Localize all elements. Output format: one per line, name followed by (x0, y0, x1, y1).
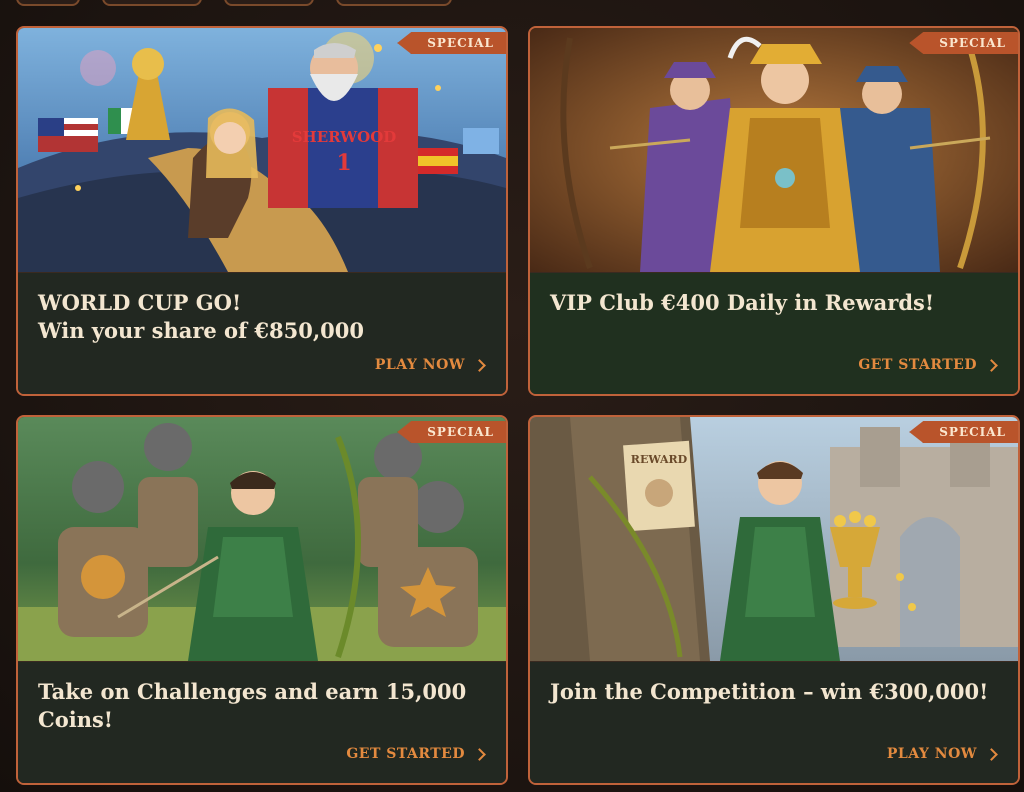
promo-card-world-cup[interactable]: SHERWOOD 1 SPECIAL WORLD CUP GO! Win you… (16, 26, 508, 396)
promo-card-body: Join the Competition – win €300,000! PLA… (530, 661, 1018, 783)
chevron-right-icon (473, 359, 486, 372)
promotions-page: SHERWOOD 1 SPECIAL WORLD CUP GO! Win you… (0, 0, 1024, 792)
poster-text: REWARD (631, 453, 688, 466)
promo-title: WORLD CUP GO! Win your share of €850,000 (38, 289, 486, 345)
promo-image-world-cup: SHERWOOD 1 SPECIAL (18, 28, 506, 272)
jersey-number: 1 (336, 150, 351, 176)
promo-title-line2: Coins! (38, 707, 114, 732)
promo-title: VIP Club €400 Daily in Rewards! (550, 289, 998, 317)
promo-image-vip-club: SPECIAL (530, 28, 1018, 272)
cta-label: PLAY NOW (886, 746, 977, 762)
top-tab[interactable] (336, 0, 452, 6)
promo-image-competition: REWARD SPECIAL (530, 417, 1018, 661)
special-badge: SPECIAL (909, 32, 1018, 54)
special-badge: SPECIAL (397, 421, 506, 443)
get-started-button[interactable]: GET STARTED (346, 746, 486, 762)
promo-card-competition[interactable]: REWARD SPECIAL Join the Competition – wi… (528, 415, 1020, 785)
promo-title: Join the Competition – win €300,000! (550, 678, 998, 706)
promo-title-line1: VIP Club €400 Daily in Rewards! (550, 290, 935, 315)
promo-title-line1: Take on Challenges and earn 15,000 (38, 679, 467, 704)
chevron-right-icon (985, 748, 998, 761)
promo-title: Take on Challenges and earn 15,000 Coins… (38, 678, 486, 734)
top-tab[interactable] (16, 0, 80, 6)
chevron-right-icon (985, 359, 998, 372)
special-badge: SPECIAL (909, 421, 1018, 443)
cta-label: GET STARTED (858, 357, 977, 373)
cta-label: GET STARTED (346, 746, 465, 762)
promo-card-body: Take on Challenges and earn 15,000 Coins… (18, 661, 506, 783)
promo-card-vip-club[interactable]: SPECIAL VIP Club €400 Daily in Rewards! … (528, 26, 1020, 396)
cta-label: PLAY NOW (374, 357, 465, 373)
promo-title-line1: Join the Competition – win €300,000! (550, 679, 989, 704)
play-now-button[interactable]: PLAY NOW (374, 357, 486, 373)
get-started-button[interactable]: GET STARTED (858, 357, 998, 373)
promo-title-line1: WORLD CUP GO! (38, 290, 242, 315)
top-tab[interactable] (102, 0, 202, 6)
promo-image-challenges: SPECIAL (18, 417, 506, 661)
promo-card-body: WORLD CUP GO! Win your share of €850,000… (18, 272, 506, 394)
play-now-button[interactable]: PLAY NOW (886, 746, 998, 762)
chevron-right-icon (473, 748, 486, 761)
top-tab-bar (16, 0, 452, 6)
promo-card-body: VIP Club €400 Daily in Rewards! GET STAR… (530, 272, 1018, 394)
top-tab[interactable] (224, 0, 314, 6)
promo-title-line2: Win your share of €850,000 (38, 318, 365, 343)
jersey-text: SHERWOOD (292, 128, 397, 146)
special-badge: SPECIAL (397, 32, 506, 54)
promo-card-challenges[interactable]: SPECIAL Take on Challenges and earn 15,0… (16, 415, 508, 785)
